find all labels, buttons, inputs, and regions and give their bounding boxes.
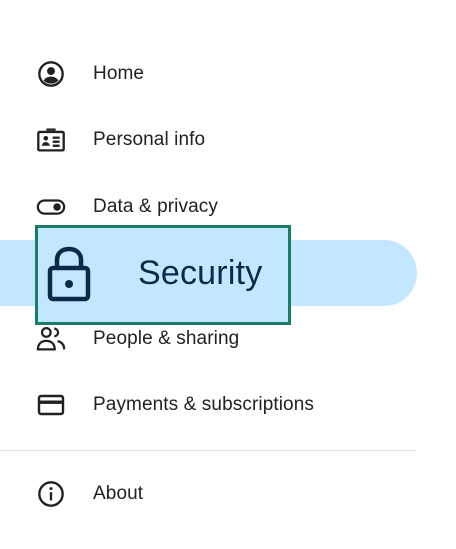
nav-item-label: About (93, 483, 144, 504)
side-navigation: Home Personal info Data & privacy People… (0, 0, 456, 549)
security-label: Security (138, 254, 263, 292)
divider (0, 450, 417, 451)
people-icon (36, 324, 66, 354)
info-icon (36, 479, 66, 509)
nav-item-about[interactable]: About (0, 468, 417, 520)
nav-item-label: Payments & subscriptions (93, 394, 314, 415)
id-card-icon (36, 125, 66, 155)
nav-item-payments-subscriptions[interactable]: Payments & subscriptions (0, 379, 417, 431)
nav-item-label: Personal info (93, 129, 206, 150)
account-circle-icon (36, 59, 66, 89)
nav-item-label: People & sharing (93, 328, 240, 349)
lock-icon (44, 244, 94, 304)
security-highlight-callout[interactable]: Security (35, 225, 291, 325)
toggle-icon (36, 192, 66, 222)
credit-card-icon (36, 390, 66, 420)
nav-item-label: Home (93, 63, 145, 84)
nav-item-personal-info[interactable]: Personal info (0, 114, 417, 166)
nav-item-home[interactable]: Home (0, 48, 417, 100)
nav-item-label: Data & privacy (93, 196, 218, 217)
